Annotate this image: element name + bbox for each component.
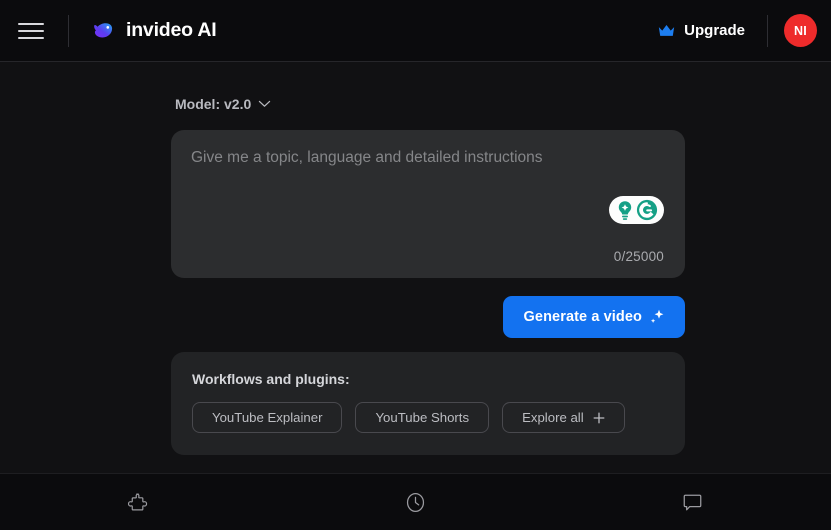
model-selector-label: Model: v2.0 [175,96,252,112]
avatar[interactable]: NI [784,14,817,47]
brand-logo-link[interactable]: invideo AI [91,18,217,43]
invideo-logo-icon [94,23,113,38]
chevron-down-icon [259,100,271,107]
character-counter: 0/25000 [613,249,664,264]
model-selector[interactable]: Model: v2.0 [171,96,271,112]
workflow-chip-youtube-shorts[interactable]: YouTube Shorts [355,402,490,433]
grammarly-widget[interactable] [609,196,664,224]
workflows-title: Workflows and plugins: [192,371,350,387]
generate-video-label: Generate a video [523,309,642,325]
upgrade-button[interactable]: Upgrade [652,18,751,43]
brand-name: invideo AI [126,19,217,41]
generate-row: Generate a video [171,296,685,338]
workflow-chip-label: YouTube Shorts [375,410,470,425]
workflow-chip-row: YouTube Explainer YouTube Shorts Explore… [192,402,664,433]
prompt-input[interactable]: Give me a topic, language and detailed i… [171,130,685,278]
nav-item-chat[interactable] [554,474,831,530]
main-content: Model: v2.0 Give me a topic, language an… [0,62,831,473]
workflows-panel: Workflows and plugins: YouTube Explainer… [171,352,685,455]
header-divider-left [68,14,69,47]
plus-icon [593,412,605,423]
chat-bubble-icon [683,494,702,510]
upgrade-label: Upgrade [684,22,745,39]
nav-item-history[interactable] [277,474,554,530]
lightbulb-icon [618,200,632,220]
prompt-placeholder: Give me a topic, language and detailed i… [191,149,543,166]
app-root: invideo AI Upgrade NI Model: v2.0 Give m… [0,0,831,530]
clock-icon [406,492,425,512]
hamburger-line [18,29,44,32]
generate-video-button[interactable]: Generate a video [502,296,685,338]
composer: Model: v2.0 Give me a topic, language an… [171,96,685,455]
workflow-chip-explore-all[interactable]: Explore all [502,402,625,433]
nav-item-plugins[interactable] [0,474,277,530]
workflow-chip-label: YouTube Explainer [212,410,323,425]
crown-icon [659,24,675,36]
grammarly-g-icon [636,199,658,221]
hamburger-line [18,22,44,25]
header-divider-right [767,14,768,47]
workflow-chip-label: Explore all [522,410,584,425]
app-header: invideo AI Upgrade NI [0,0,831,62]
bottom-navigation [0,473,831,530]
hamburger-menu-icon[interactable] [18,18,48,44]
puzzle-piece-icon [127,492,148,510]
hamburger-line [18,36,44,39]
sparkle-icon [650,309,664,323]
workflow-chip-youtube-explainer[interactable]: YouTube Explainer [192,402,343,433]
